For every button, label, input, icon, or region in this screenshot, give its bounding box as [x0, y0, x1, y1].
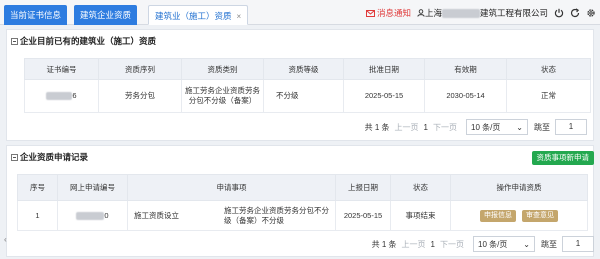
- section-title: 企业目前已有的建筑业（施工）资质: [11, 35, 156, 47]
- col-category: 资质类别: [181, 58, 264, 80]
- table-row: 1 0 施工资质设立 施工劳务企业资质劳务分包不分级（备案）不分级 2025-0…: [17, 200, 588, 231]
- power-icon[interactable]: [554, 8, 564, 18]
- section-title: 企业资质申请记录: [11, 151, 88, 163]
- total-count: 共 1 条: [364, 122, 390, 132]
- col-status: 状态: [506, 58, 591, 80]
- mail-icon: [365, 9, 375, 17]
- apply-no-cell: 0: [57, 200, 128, 231]
- col-actions: 操作申请资质: [450, 174, 588, 201]
- col-valid-until: 有效期: [424, 58, 507, 80]
- jump-page-input[interactable]: 1: [562, 236, 594, 252]
- next-page-button[interactable]: 下一页: [440, 239, 464, 250]
- level-cell: 不分级: [263, 79, 344, 113]
- page-size-select[interactable]: 10 条/页 ⌄: [473, 236, 535, 252]
- message-notification[interactable]: 消息通知: [365, 7, 411, 19]
- company-prefix: 上海: [424, 8, 442, 18]
- jump-label: 跳至: [541, 239, 557, 249]
- total-count: 共 1 条: [371, 239, 397, 249]
- declaration-info-button[interactable]: 申报信息: [479, 209, 516, 222]
- prev-page-button[interactable]: 上一页: [395, 122, 419, 133]
- current-page[interactable]: 1: [431, 240, 435, 249]
- col-approve-date: 批准日期: [343, 58, 425, 80]
- col-status: 状态: [390, 174, 451, 201]
- tab-construction-qualification[interactable]: 建筑业（施工）资质 ×: [148, 5, 249, 25]
- page-size-select[interactable]: 10 条/页 ⌄: [466, 119, 528, 135]
- new-application-button[interactable]: 资质事项新申请: [531, 151, 594, 165]
- prev-page-button[interactable]: 上一页: [402, 239, 426, 250]
- redacted-block: [76, 211, 105, 220]
- tab-label: 建筑业（施工）资质: [155, 11, 232, 21]
- tab-label: 当前证书信息: [10, 10, 62, 20]
- user-icon: [417, 9, 425, 17]
- settings-icon[interactable]: [586, 8, 596, 18]
- redacted-block: [46, 92, 73, 101]
- qualification-table: 证书编号 资质序列 资质类别 资质等级 批准日期 有效期 状态 6 劳务分包 施…: [24, 58, 591, 113]
- chevron-down-icon: ⌄: [516, 122, 523, 132]
- index-cell: 1: [17, 200, 58, 231]
- tab-building-qualification[interactable]: 建筑企业资质: [74, 5, 138, 25]
- close-icon[interactable]: ×: [237, 12, 242, 21]
- tab-bar: 当前证书信息 建筑企业资质 建筑业（施工）资质 × 消息通知 上海 建筑工程有限公…: [0, 0, 600, 25]
- next-page-button[interactable]: 下一页: [433, 122, 457, 133]
- apply-item-cell: 施工资质设立 施工劳务企业资质劳务分包不分级（备案）不分级: [127, 200, 336, 231]
- series-cell: 劳务分包: [98, 79, 182, 113]
- category-cell: 施工劳务企业资质劳务分包不分级（备案）: [181, 79, 264, 113]
- company-suffix: 建筑工程有限公司: [479, 8, 548, 18]
- table-row: 6 劳务分包 施工劳务企业资质劳务分包不分级（备案） 不分级 2025-05-1…: [24, 79, 591, 113]
- refresh-icon[interactable]: [570, 8, 580, 18]
- pagination: 共 1 条 上一页 1 下一页 10 条/页 ⌄ 跳至 1: [365, 118, 587, 136]
- redacted-block: [441, 8, 480, 18]
- col-apply-item: 申请事项: [127, 174, 336, 201]
- jump-page-input[interactable]: 1: [555, 119, 587, 135]
- collapse-icon[interactable]: [11, 153, 18, 161]
- approve-date-cell: 2025-05-15: [343, 79, 425, 113]
- section-title-text: 企业资质申请记录: [20, 152, 89, 162]
- col-apply-no: 网上申请编号: [57, 174, 128, 201]
- page-size-value: 10 条/页: [478, 239, 508, 249]
- col-index: 序号: [17, 174, 58, 201]
- col-level: 资质等级: [263, 58, 344, 80]
- scroll-left-icon[interactable]: ‹: [4, 236, 12, 244]
- col-report-date: 上报日期: [335, 174, 391, 201]
- message-label: 消息通知: [376, 8, 411, 18]
- valid-until-cell: 2030-05-14: [424, 79, 507, 113]
- user-company[interactable]: 上海 建筑工程有限公司: [417, 7, 548, 19]
- report-date-cell: 2025-05-15: [335, 200, 391, 231]
- apply-item-type: 施工资质设立: [134, 210, 179, 220]
- current-page[interactable]: 1: [424, 123, 428, 132]
- tab-current-certificate[interactable]: 当前证书信息: [4, 5, 68, 25]
- actions-cell: 申报信息 审查意见: [450, 200, 588, 231]
- status-cell: 正常: [506, 79, 591, 113]
- review-opinion-button[interactable]: 审查意见: [522, 209, 559, 222]
- tab-label: 建筑企业资质: [80, 10, 132, 20]
- table-header: 证书编号 资质序列 资质类别 资质等级 批准日期 有效期 状态: [24, 58, 591, 80]
- cert-no-cell: 6: [24, 79, 99, 113]
- page-size-value: 10 条/页: [471, 122, 501, 132]
- apply-item-detail: 施工劳务企业资质劳务分包不分级（备案）不分级: [224, 205, 329, 225]
- application-table: 序号 网上申请编号 申请事项 上报日期 状态 操作申请资质 1 0 施工资质设立…: [17, 174, 588, 231]
- chevron-down-icon: ⌄: [523, 239, 530, 249]
- col-cert-no: 证书编号: [24, 58, 99, 80]
- status-cell: 事项结束: [390, 200, 451, 231]
- section-title-text: 企业目前已有的建筑业（施工）资质: [20, 36, 157, 46]
- collapse-icon[interactable]: [11, 37, 18, 45]
- col-series: 资质序列: [98, 58, 182, 80]
- table-header: 序号 网上申请编号 申请事项 上报日期 状态 操作申请资质: [17, 174, 588, 201]
- pagination: 共 1 条 上一页 1 下一页 10 条/页 ⌄ 跳至 1: [372, 235, 594, 253]
- jump-label: 跳至: [534, 122, 550, 132]
- current-qualification-panel: 企业目前已有的建筑业（施工）资质 证书编号 资质序列 资质类别 资质等级 批准日…: [6, 29, 594, 141]
